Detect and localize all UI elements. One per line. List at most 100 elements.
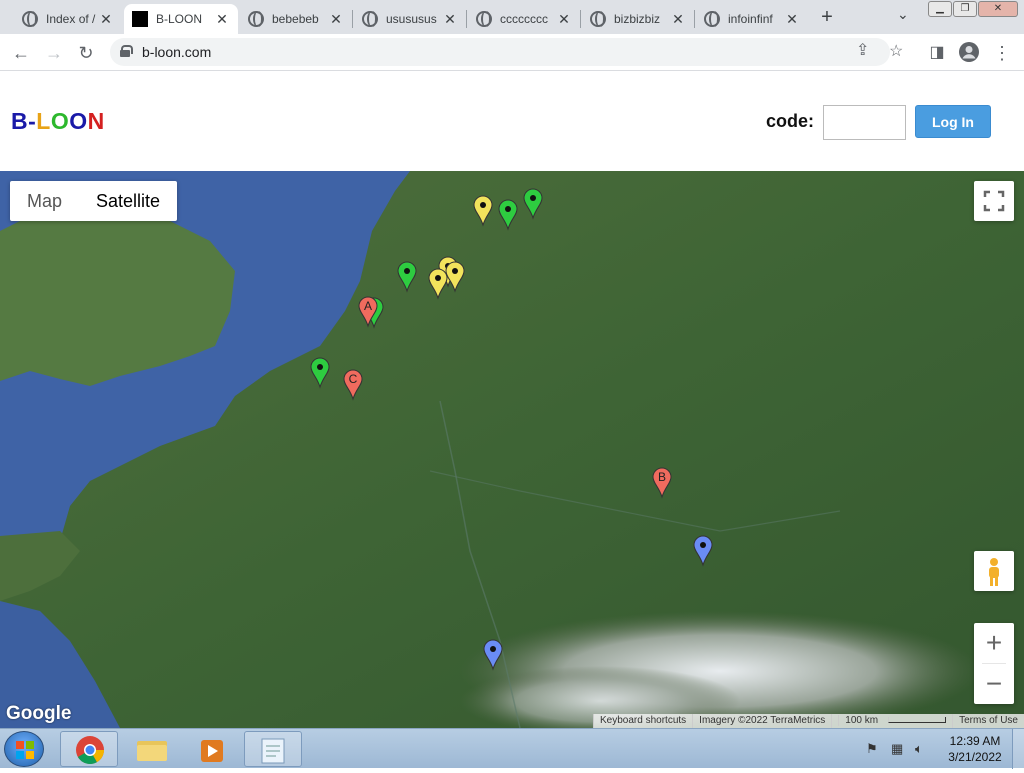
marker-label: C <box>349 372 358 386</box>
marker-dot <box>530 195 536 201</box>
map-imagery[interactable]: A C B <box>0 171 1024 728</box>
close-window-button[interactable]: ✕ <box>978 1 1018 17</box>
forward-icon[interactable]: → <box>42 41 66 65</box>
taskbar-chrome[interactable] <box>60 731 118 767</box>
fullscreen-icon <box>983 190 1005 212</box>
tab-title: B-LOON <box>156 12 203 26</box>
tab-search-chevron-icon[interactable]: ⌄ <box>897 6 909 23</box>
marker-dot <box>480 202 486 208</box>
notepad-icon <box>261 738 285 764</box>
taskbar-media-player[interactable] <box>182 731 240 767</box>
map-attribution: Keyboard shortcuts Imagery ©2022 TerraMe… <box>593 714 1024 728</box>
marker-dot <box>435 275 441 281</box>
reload-icon[interactable]: ↻ <box>74 41 98 65</box>
street-view-pegman-button[interactable] <box>974 551 1014 591</box>
tab-separator <box>694 10 695 28</box>
tab-bebebeb[interactable]: bebebeb ✕ <box>240 4 352 34</box>
logo-letter: O <box>69 108 88 134</box>
tab-title: usususus <box>386 12 437 26</box>
map-type-satellite-button[interactable]: Satellite <box>79 181 177 221</box>
login-button[interactable]: Log In <box>915 105 991 138</box>
clock-date: 3/21/2022 <box>948 750 1002 764</box>
folder-icon <box>137 741 167 761</box>
close-icon[interactable]: ✕ <box>784 11 800 28</box>
windows-logo-icon <box>16 741 34 759</box>
close-icon[interactable]: ✕ <box>214 11 230 28</box>
marker-dot <box>317 364 323 370</box>
map-type-map-button[interactable]: Map <box>10 181 79 221</box>
restore-button[interactable]: ❐ <box>953 1 977 17</box>
marker-dot <box>404 268 410 274</box>
tab-index[interactable]: Index of / ✕ <box>14 4 122 34</box>
globe-icon <box>704 11 720 27</box>
browser-tab-bar: Index of / ✕ B-LOON ✕ bebebeb ✕ usususus… <box>0 0 1024 34</box>
close-icon[interactable]: ✕ <box>670 11 686 28</box>
marker-label: A <box>364 299 372 313</box>
address-bar[interactable]: b-loon.com ⇪ ☆ <box>110 38 903 66</box>
marker-dot <box>490 646 496 652</box>
back-icon[interactable]: ← <box>9 41 33 65</box>
scale-bar <box>888 717 947 724</box>
imagery-credit: Imagery ©2022 TerraMetrics <box>692 714 831 728</box>
minimize-button[interactable]: ▁ <box>928 1 952 17</box>
terms-of-use-link[interactable]: Terms of Use <box>952 714 1024 728</box>
menu-kebab-icon[interactable]: ⋮ <box>990 41 1014 65</box>
code-input[interactable] <box>823 105 906 140</box>
close-icon[interactable]: ✕ <box>98 11 114 28</box>
tab-usususus[interactable]: usususus ✕ <box>354 4 466 34</box>
fullscreen-button[interactable] <box>974 181 1014 221</box>
site-header: B-LOON code: Log In <box>0 71 1024 171</box>
share-icon[interactable]: ⇪ <box>856 40 869 60</box>
globe-icon <box>590 11 606 27</box>
scale-indicator[interactable]: 100 km <box>831 714 952 728</box>
globe-icon <box>476 11 492 27</box>
logo-letter: O <box>50 108 70 134</box>
logo-letter: B <box>11 108 29 134</box>
globe-icon <box>248 11 264 27</box>
globe-icon <box>362 11 378 27</box>
system-clock[interactable]: 12:39 AM 3/21/2022 <box>944 733 1006 765</box>
keyboard-shortcuts-link[interactable]: Keyboard shortcuts <box>593 714 692 728</box>
tab-infoinfinf[interactable]: infoinfinf ✕ <box>696 4 808 34</box>
satellite-map[interactable]: A C B Map Satellite + − Google Keyboard sh… <box>0 171 1024 728</box>
marker-label: B <box>658 470 666 484</box>
tab-title: infoinfinf <box>728 12 773 26</box>
logo-letter: L <box>36 108 51 134</box>
tab-title: bizbizbiz <box>614 12 661 26</box>
zoom-out-button[interactable]: − <box>974 664 1014 704</box>
network-warning-icon[interactable]: ⚑ <box>866 741 878 757</box>
map-type-control: Map Satellite <box>10 181 178 221</box>
pegman-icon <box>989 558 999 586</box>
start-button[interactable] <box>4 731 44 767</box>
windows-taskbar: ⚑ ▦ 🔈︎ 12:39 AM 3/21/2022 <box>0 728 1024 769</box>
chrome-icon <box>76 736 104 764</box>
close-icon[interactable]: ✕ <box>328 11 344 28</box>
scale-label: 100 km <box>838 715 885 726</box>
new-tab-button[interactable]: + <box>816 6 838 28</box>
close-icon[interactable]: ✕ <box>442 11 458 28</box>
close-icon[interactable]: ✕ <box>556 11 572 28</box>
tab-bizbizbiz[interactable]: bizbizbiz ✕ <box>582 4 694 34</box>
tab-separator <box>580 10 581 28</box>
browser-toolbar: ← → ↻ b-loon.com ⇪ ☆ ◨ ⋮ <box>0 34 1024 71</box>
bookmark-star-icon[interactable]: ☆ <box>889 41 903 61</box>
url-text[interactable]: b-loon.com <box>142 44 211 60</box>
show-desktop-button[interactable] <box>1012 729 1024 769</box>
tab-b-loon[interactable]: B-LOON ✕ <box>124 4 238 34</box>
profile-avatar-icon[interactable] <box>957 41 981 65</box>
clock-time: 12:39 AM <box>949 734 1001 748</box>
tab-separator <box>352 10 353 28</box>
google-logo[interactable]: Google <box>6 703 71 725</box>
side-panel-icon[interactable]: ◨ <box>925 41 949 65</box>
tab-cccccccc[interactable]: cccccccc ✕ <box>468 4 580 34</box>
globe-icon <box>22 11 38 27</box>
lock-icon[interactable] <box>120 45 133 57</box>
taskbar-explorer[interactable] <box>122 731 180 767</box>
zoom-in-button[interactable]: + <box>974 623 1014 663</box>
taskbar-notepad[interactable] <box>244 731 302 767</box>
volume-icon[interactable]: 🔈︎ <box>915 741 923 757</box>
marker-dot <box>452 268 458 274</box>
logo-letter: N <box>87 108 105 134</box>
tab-title: cccccccc <box>500 12 548 26</box>
network-icon[interactable]: ▦ <box>891 741 903 757</box>
